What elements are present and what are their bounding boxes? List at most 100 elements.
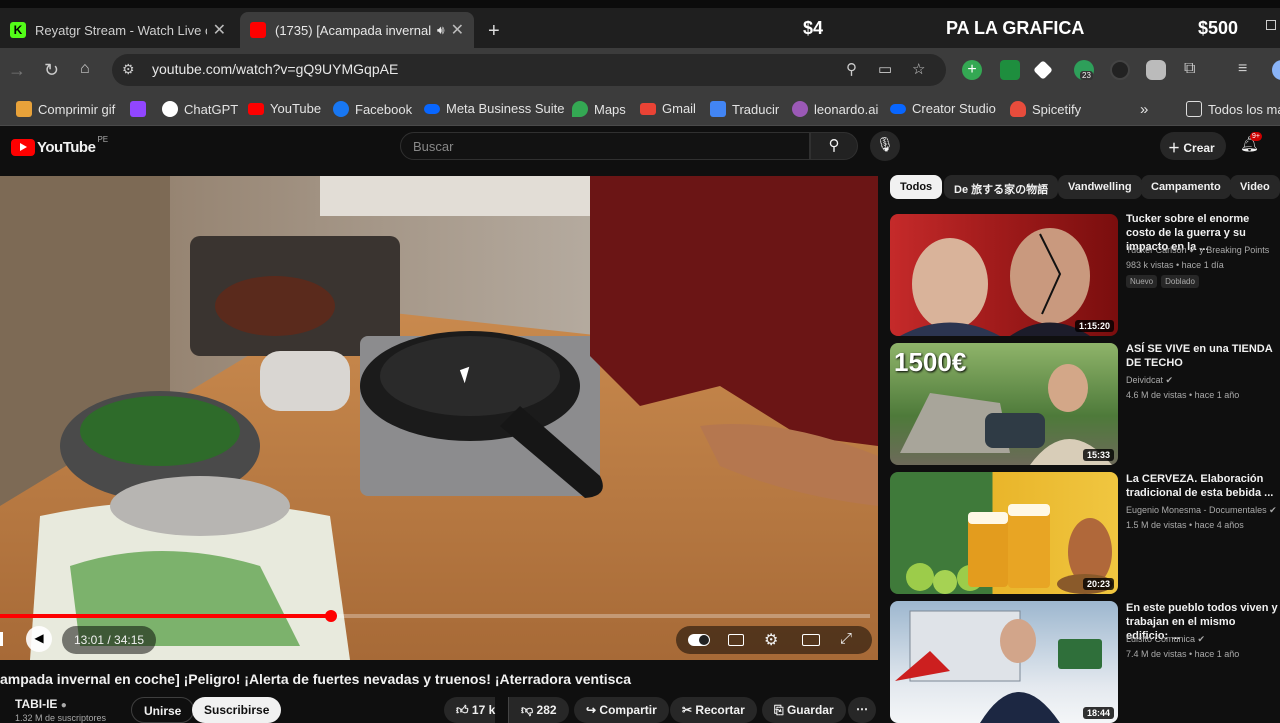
- bookmark-chatgpt[interactable]: ChatGPT: [162, 101, 238, 117]
- video-player[interactable]: [0, 176, 878, 660]
- omnibox[interactable]: ⚙ youtube.com/watch?v=gQ9UYMGqpAE ⚲ ▭ ☆: [112, 54, 946, 86]
- bookmark-star-icon[interactable]: ☆: [912, 60, 925, 78]
- more-actions-button[interactable]: ⋯: [848, 697, 876, 723]
- bookmark-gmail[interactable]: Gmail: [640, 101, 696, 116]
- settings-gear-icon[interactable]: ⚙: [764, 630, 778, 650]
- clip-button[interactable]: ✂ Recortar: [670, 697, 757, 723]
- bookmarks-overflow-icon[interactable]: »: [1140, 101, 1148, 118]
- extension-dark-icon[interactable]: [1110, 60, 1130, 80]
- search-input[interactable]: Buscar: [400, 132, 810, 160]
- bookmark-spicetify[interactable]: Spicetify: [1010, 101, 1081, 117]
- dislike-button[interactable]: 👎︎ 282: [508, 697, 569, 723]
- extension-cloud-icon[interactable]: [1146, 60, 1166, 80]
- close-tab-icon[interactable]: ✕: [451, 20, 464, 40]
- tab-title: Reyatgr Stream - Watch Live on: [35, 22, 207, 38]
- chip-video[interactable]: Video: [1230, 175, 1280, 199]
- chip-campamento[interactable]: Campamento: [1141, 175, 1231, 199]
- home-icon[interactable]: ⌂: [80, 60, 90, 78]
- extension-chat-icon[interactable]: 23: [1074, 60, 1094, 80]
- related-channel[interactable]: Eugenio Monesma - Documentales ✔: [1126, 505, 1277, 516]
- related-thumbnail[interactable]: 18:44: [890, 601, 1118, 723]
- restore-window-icon[interactable]: [1266, 20, 1276, 30]
- share-icon: ↪: [586, 703, 597, 717]
- clip-label: Recortar: [695, 703, 745, 717]
- extension-add-icon[interactable]: +: [962, 60, 982, 80]
- youtube-logo[interactable]: YouTube PE: [11, 135, 108, 156]
- media-queue-icon[interactable]: ≡: [1238, 60, 1247, 78]
- folder-icon: [1186, 101, 1202, 117]
- extension-diamond-icon[interactable]: [1033, 60, 1053, 80]
- related-thumbnail[interactable]: 1500€ 15:33: [890, 343, 1118, 465]
- bookmark-meta-business[interactable]: Meta Business Suite: [424, 101, 565, 116]
- related-thumbnail[interactable]: 1:15:20: [890, 214, 1118, 336]
- leonardo-icon: [792, 101, 808, 117]
- fullscreen-icon[interactable]: ⤢: [840, 630, 852, 647]
- bookmark-comprimir-gif[interactable]: Comprimir gif: [16, 101, 115, 117]
- url-text[interactable]: youtube.com/watch?v=gQ9UYMGqpAE: [152, 61, 398, 77]
- overlay-right-amount: $500: [1198, 18, 1239, 38]
- reload-icon[interactable]: ↻: [44, 60, 59, 81]
- join-button[interactable]: Unirse: [131, 697, 195, 723]
- tab-kick-stream[interactable]: K Reyatgr Stream - Watch Live on ✕: [0, 12, 236, 48]
- chip-channel[interactable]: De 旅する家の物語: [944, 175, 1059, 199]
- zoom-icon[interactable]: ⚲: [846, 60, 857, 78]
- bookmark-facebook[interactable]: Facebook: [333, 101, 412, 117]
- related-channel[interactable]: Luisito Comunica ✔: [1126, 634, 1205, 645]
- related-channel[interactable]: Deividcat ✔: [1126, 375, 1173, 386]
- forward-icon[interactable]: →: [8, 60, 26, 81]
- microphone-icon[interactable]: 🎙︎: [870, 131, 900, 161]
- related-title[interactable]: La CERVEZA. Elaboración tradicional de e…: [1126, 472, 1280, 500]
- like-count: 17 k: [471, 703, 496, 717]
- profile-avatar[interactable]: [1272, 60, 1280, 80]
- pause-icon[interactable]: [0, 632, 6, 646]
- theater-mode-icon[interactable]: [802, 634, 820, 646]
- share-button[interactable]: ↪ Compartir: [574, 697, 669, 723]
- bookmark-label: Meta Business Suite: [446, 101, 565, 116]
- subtitles-icon[interactable]: [728, 634, 744, 646]
- bookmark-maps[interactable]: Maps: [572, 101, 626, 117]
- bookmark-label: Traducir: [732, 101, 780, 117]
- extension-arrow-icon[interactable]: [1000, 60, 1020, 80]
- close-tab-icon[interactable]: ✕: [213, 20, 226, 40]
- bookmark-creator-studio[interactable]: Creator Studio: [890, 101, 996, 116]
- thumbnail-image: [895, 610, 1102, 723]
- volume-icon[interactable]: ◀: [26, 626, 52, 652]
- related-thumbnail[interactable]: 20:23: [890, 472, 1118, 594]
- video-progress-bar[interactable]: [0, 614, 870, 618]
- related-channel[interactable]: Tucker Carlson ✔ y Breaking Points: [1126, 245, 1269, 256]
- like-button[interactable]: 👍︎ 17 k: [444, 697, 496, 723]
- related-title[interactable]: ASÍ SE VIVE en una TIENDA DE TECHO: [1126, 342, 1280, 370]
- autoplay-toggle[interactable]: [688, 634, 710, 646]
- all-bookmarks-folder[interactable]: Todos los ma: [1186, 101, 1280, 117]
- bookmark-leonardo[interactable]: leonardo.ai: [792, 101, 878, 117]
- chip-vandwelling[interactable]: Vandwelling: [1058, 175, 1142, 199]
- bookmark-twitch[interactable]: [130, 101, 152, 117]
- bookmark-label: Gmail: [662, 101, 696, 116]
- subscribe-button[interactable]: Suscribirse: [192, 697, 282, 723]
- facebook-icon: [333, 101, 349, 117]
- cast-icon[interactable]: ▭: [878, 60, 892, 78]
- search-icon[interactable]: ⚲: [810, 132, 858, 160]
- notifications-bell-icon[interactable]: 🔔︎ 9+: [1240, 132, 1262, 153]
- site-info-icon[interactable]: ⚙: [122, 61, 135, 78]
- duration-badge: 20:23: [1082, 578, 1114, 590]
- youtube-icon: [248, 102, 264, 115]
- bookmark-label: ChatGPT: [184, 101, 239, 117]
- save-button[interactable]: ⎘ Guardar: [762, 697, 846, 723]
- bookmark-traducir[interactable]: Traducir: [710, 101, 779, 117]
- youtube-favicon-icon: [250, 22, 266, 38]
- extensions-puzzle-icon[interactable]: ⧉: [1184, 60, 1195, 78]
- chip-todos[interactable]: Todos: [890, 175, 943, 199]
- progress-scrubber[interactable]: [324, 610, 337, 622]
- speaker-icon[interactable]: 🔊︎: [437, 23, 445, 38]
- create-button[interactable]: ＋ Crear: [1160, 132, 1226, 160]
- new-tab-button[interactable]: +: [488, 20, 500, 43]
- bookmark-label: Comprimir gif: [38, 101, 116, 117]
- video-title: ampada invernal en coche] ¡Peligro! ¡Ale…: [0, 671, 631, 687]
- create-label: Crear: [1183, 141, 1215, 155]
- channel-name[interactable]: TABI-IE ●: [15, 697, 67, 711]
- thumbs-up-icon: 👍︎: [456, 703, 469, 717]
- tab-youtube-active[interactable]: (1735) [Acampada invernal 🔊︎ ✕: [240, 12, 474, 48]
- bookmark-youtube[interactable]: YouTube: [248, 101, 321, 116]
- dislike-count: 282: [536, 703, 557, 717]
